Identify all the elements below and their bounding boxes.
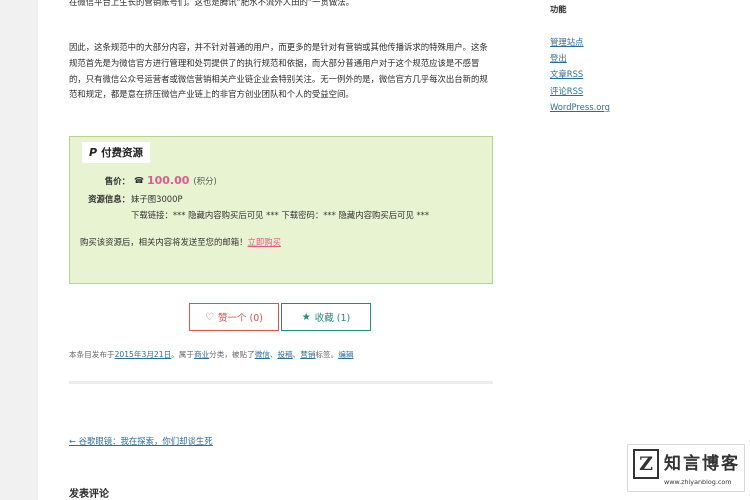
sidebar-item-wordpress[interactable]: WordPress.org — [550, 99, 610, 115]
like-label: 赞一个 (0) — [217, 313, 263, 324]
heart-icon: ♡ — [205, 311, 214, 323]
price-label: 售价： — [104, 175, 130, 186]
buy-note: 购买该资源后，相关内容将发送至您的邮箱！立即购买 — [80, 236, 281, 248]
meta-tag-link[interactable]: 投稿 — [277, 350, 292, 359]
resource-info: 资源信息： 妹子图3000P 下载链接：*** 隐藏内容购买后可见 *** 下载… — [85, 192, 429, 220]
article-paragraph: 因此，这条规范中的大部分内容，并不针对普通的用户，而更多的是针对有营销或其他传播… — [69, 42, 488, 100]
article-paragraph-top: 在微信平台上生长的营销账号们。这也是腾讯“肥水不流外人田的”一贯做法。 — [69, 0, 355, 7]
sidebar-item-comments-rss[interactable]: 评论RSS — [550, 83, 610, 99]
star-icon: ★ — [301, 311, 311, 323]
meta-category-link[interactable]: 商业 — [194, 350, 209, 359]
sidebar-item-posts-rss[interactable]: 文章RSS — [550, 66, 610, 82]
resource-info-lines: 妹子图3000P 下载链接：*** 隐藏内容购买后可见 *** 下载密码：***… — [131, 192, 491, 223]
favorite-label: 收藏 (1) — [314, 313, 351, 324]
meta-edit-link[interactable]: 编辑 — [338, 350, 353, 359]
price-unit: (积分) — [193, 175, 217, 186]
favorite-button[interactable]: ★ 收藏 (1) — [281, 303, 371, 331]
resource-name: 妹子图3000P — [131, 194, 183, 204]
sidebar-item-logout[interactable]: 登出 — [550, 50, 610, 66]
sidebar-item-admin[interactable]: 管理站点 — [550, 34, 610, 50]
previous-post-link[interactable]: ← 谷歌眼镜：我在探索，你们却谈生死 — [69, 435, 213, 447]
sidebar-heading: 功能 — [550, 4, 567, 14]
meta-tag-link[interactable]: 营销 — [300, 350, 315, 359]
price-row: 售价： ☎ 100.00 (积分) — [103, 174, 217, 187]
meta-tag-link[interactable]: 微信 — [255, 350, 270, 359]
resource-info-label: 资源信息： — [88, 194, 130, 204]
meta-text: 。属于 — [171, 350, 194, 359]
divider — [69, 381, 493, 384]
meta-text: 分类，被贴了 — [209, 350, 255, 359]
paid-resource-title-text: 付费资源 — [101, 147, 144, 159]
meta-text: 标签。 — [315, 350, 339, 359]
watermark-z-icon: Z — [633, 449, 659, 479]
paid-resource-title: P 付费资源 — [82, 142, 151, 163]
reply-title: 发表评论 — [69, 489, 109, 500]
watermark-name: 知言博客 — [664, 454, 740, 474]
sidebar-list: 管理站点 登出 文章RSS 评论RSS WordPress.org — [550, 34, 610, 115]
download-info: 下载链接：*** 隐藏内容购买后可见 *** 下载密码：*** 隐藏内容购买后可… — [131, 209, 430, 220]
buy-note-text: 购买该资源后，相关内容将发送至您的邮箱！ — [80, 237, 248, 247]
meta-prefix: 本条目发布于 — [69, 350, 115, 359]
like-button[interactable]: ♡ 赞一个 (0) — [189, 303, 279, 331]
paid-resource-box: P 付费资源 售价： ☎ 100.00 (积分) 资源信息： 妹子图3000P … — [69, 136, 493, 284]
paypal-icon: P — [89, 146, 98, 159]
watermark-url: www.zhiyanblog.com — [664, 478, 732, 486]
meta-date-link[interactable]: 2015年3月21日 — [115, 350, 172, 359]
coin-icon: ☎ — [134, 176, 144, 185]
entry-meta: 本条目发布于2015年3月21日。属于商业分类，被贴了微信、投稿、营销标签。编辑 — [69, 350, 354, 359]
watermark-logo: Z 知言博客 www.zhiyanblog.com — [627, 444, 745, 492]
price-value: 100.00 — [146, 174, 190, 187]
buy-now-link[interactable]: 立即购买 — [248, 237, 282, 247]
